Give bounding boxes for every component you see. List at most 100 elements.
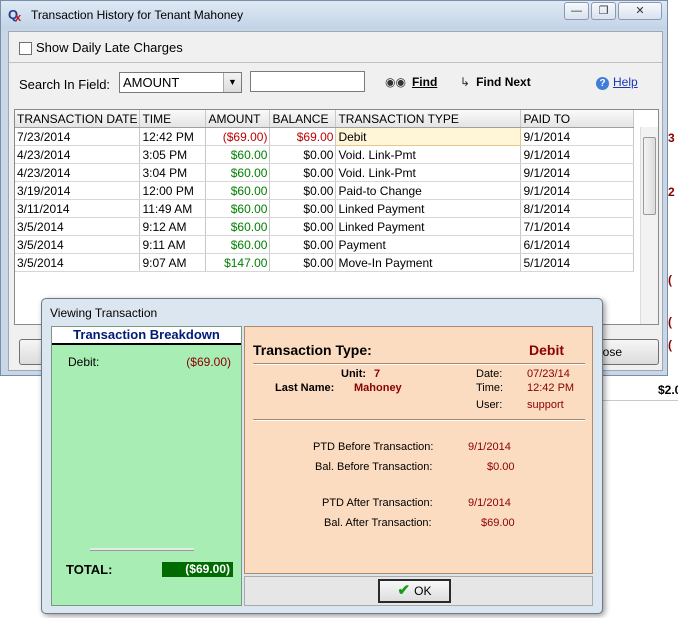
search-field-select[interactable]: AMOUNT ▼ — [119, 72, 242, 93]
cell-paid-to: 7/1/2014 — [520, 217, 635, 236]
last-name-label: Last Name: — [275, 382, 335, 394]
title-bar: Qx Transaction History for Tenant Mahone… — [1, 1, 667, 29]
transaction-type-label: Transaction Type: — [253, 342, 372, 358]
cell-time: 12:00 PM — [139, 181, 207, 200]
late-charges-checkbox[interactable] — [19, 42, 32, 55]
column-header[interactable]: AMOUNT — [205, 110, 271, 128]
ok-button[interactable]: ✔ OK — [378, 579, 451, 603]
close-window-button[interactable]: ✕ — [618, 2, 662, 20]
help-link[interactable]: ? Help — [596, 75, 638, 90]
scrollbar-thumb[interactable] — [643, 137, 656, 215]
cell-type: Debit — [335, 127, 522, 146]
date-label: Date: — [476, 368, 503, 380]
detail-divider — [253, 363, 585, 365]
total-label: TOTAL: — [66, 562, 113, 577]
find-button[interactable]: ◉◉ Find — [385, 75, 437, 89]
table-row[interactable]: 3/11/2014 11:49 AM $60.00 $0.00 Linked Payme… — [15, 199, 635, 218]
checkmark-icon: ✔ — [397, 582, 411, 599]
cell-amount: $60.00 — [205, 181, 271, 200]
cell-date: 3/5/2014 — [15, 217, 141, 236]
ok-label: OK — [414, 584, 432, 598]
cell-date: 7/23/2014 — [15, 127, 141, 146]
cell-time: 12:42 PM — [139, 127, 207, 146]
bal-before-value: $0.00 — [487, 461, 515, 473]
search-input[interactable] — [250, 71, 365, 92]
table-row[interactable]: 3/5/2014 9:07 AM $147.00 $0.00 Move-In Payme… — [15, 253, 635, 272]
table-row[interactable]: 3/5/2014 9:12 AM $60.00 $0.00 Linked Payment… — [15, 217, 635, 236]
background-fragment: ( — [668, 315, 672, 329]
ptd-after-label: PTD After Transaction: — [322, 497, 433, 509]
viewing-transaction-dialog: Viewing Transaction Transaction Breakdow… — [41, 298, 603, 614]
cell-balance: $0.00 — [269, 217, 337, 236]
find-next-icon: ↳ — [460, 75, 471, 89]
breakdown-divider — [90, 548, 194, 551]
options-row: Show Daily Late Charges — [9, 32, 662, 63]
column-header[interactable]: TRANSACTION TYPE — [335, 110, 522, 128]
time-label: Time: — [476, 382, 504, 394]
cell-balance: $69.00 — [269, 127, 337, 146]
late-charges-label: Show Daily Late Charges — [36, 40, 183, 55]
restore-button[interactable]: ❐ — [591, 2, 616, 20]
cell-date: 3/5/2014 — [15, 253, 141, 272]
cell-amount: $60.00 — [205, 235, 271, 254]
cell-amount: $60.00 — [205, 199, 271, 218]
cell-date: 3/11/2014 — [15, 199, 141, 218]
help-label: Help — [613, 75, 638, 89]
ptd-after-value: 9/1/2014 — [468, 497, 511, 509]
cell-type: Void. Link-Pmt — [335, 145, 522, 164]
cell-balance: $0.00 — [269, 163, 337, 182]
last-name-value: Mahoney — [354, 382, 402, 394]
cell-type: Linked Payment — [335, 199, 522, 218]
chevron-down-icon[interactable]: ▼ — [223, 73, 241, 92]
cell-time: 9:07 AM — [139, 253, 207, 272]
column-header[interactable]: BALANCE — [269, 110, 337, 128]
detail-divider — [253, 419, 585, 421]
breakdown-title: Transaction Breakdown — [52, 327, 241, 345]
transaction-breakdown-panel: Transaction Breakdown Debit: ($69.00) TO… — [51, 326, 242, 606]
background-amount: $2.0 — [658, 383, 678, 397]
cell-paid-to: 8/1/2014 — [520, 199, 635, 218]
transaction-type-value: Debit — [529, 342, 564, 358]
help-icon: ? — [596, 77, 609, 90]
background-fragment: 2 — [668, 185, 675, 199]
close-button-label: lose — [600, 345, 623, 359]
time-value: 12:42 PM — [527, 382, 575, 394]
cell-paid-to: 9/1/2014 — [520, 163, 635, 182]
minimize-button[interactable]: — — [564, 2, 589, 20]
cell-time: 9:12 AM — [139, 217, 207, 236]
date-value: 07/23/14 — [527, 368, 570, 380]
background-divider — [600, 400, 678, 401]
cell-time: 3:04 PM — [139, 163, 207, 182]
cell-time: 3:05 PM — [139, 145, 207, 164]
column-header[interactable]: TIME — [139, 110, 207, 128]
cell-type: Void. Link-Pmt — [335, 163, 522, 182]
cell-amount: $60.00 — [205, 145, 271, 164]
find-next-button[interactable]: ↳ Find Next — [460, 75, 531, 89]
cell-amount: $60.00 — [205, 163, 271, 182]
table-row[interactable]: 7/23/2014 12:42 PM ($69.00) $69.00 Debit 9/1/… — [15, 127, 635, 146]
column-header[interactable]: PAID TO — [520, 110, 635, 128]
cell-type: Move-In Payment — [335, 253, 522, 272]
cell-date: 3/19/2014 — [15, 181, 141, 200]
cell-amount: $147.00 — [205, 253, 271, 272]
column-header[interactable]: TRANSACTION DATE — [15, 110, 141, 128]
cell-date: 3/5/2014 — [15, 235, 141, 254]
table-row[interactable]: 4/23/2014 3:04 PM $60.00 $0.00 Void. Link-Pm… — [15, 163, 635, 182]
binoculars-icon: ◉◉ — [385, 75, 406, 89]
table-row[interactable]: 4/23/2014 3:05 PM $60.00 $0.00 Void. Link-Pm… — [15, 145, 635, 164]
cell-time: 9:11 AM — [139, 235, 207, 254]
cell-paid-to: 9/1/2014 — [520, 181, 635, 200]
table-header-row: TRANSACTION DATE TIME AMOUNT BALANCE TRA… — [15, 110, 635, 128]
ptd-before-value: 9/1/2014 — [468, 441, 511, 453]
app-icon: Qx — [8, 7, 22, 24]
cell-paid-to: 5/1/2014 — [520, 253, 635, 272]
cell-balance: $0.00 — [269, 235, 337, 254]
transaction-grid[interactable]: TRANSACTION DATE TIME AMOUNT BALANCE TRA… — [14, 109, 659, 325]
table-row[interactable]: 3/19/2014 12:00 PM $60.00 $0.00 Paid-to Chan… — [15, 181, 635, 200]
background-fragment: ( — [668, 273, 672, 287]
cell-balance: $0.00 — [269, 181, 337, 200]
table-row[interactable]: 3/5/2014 9:11 AM $60.00 $0.00 Payment 6/1/201… — [15, 235, 635, 254]
search-field-label: Search In Field: — [19, 77, 111, 92]
vertical-scrollbar[interactable] — [640, 127, 658, 324]
user-value: support — [527, 399, 564, 411]
